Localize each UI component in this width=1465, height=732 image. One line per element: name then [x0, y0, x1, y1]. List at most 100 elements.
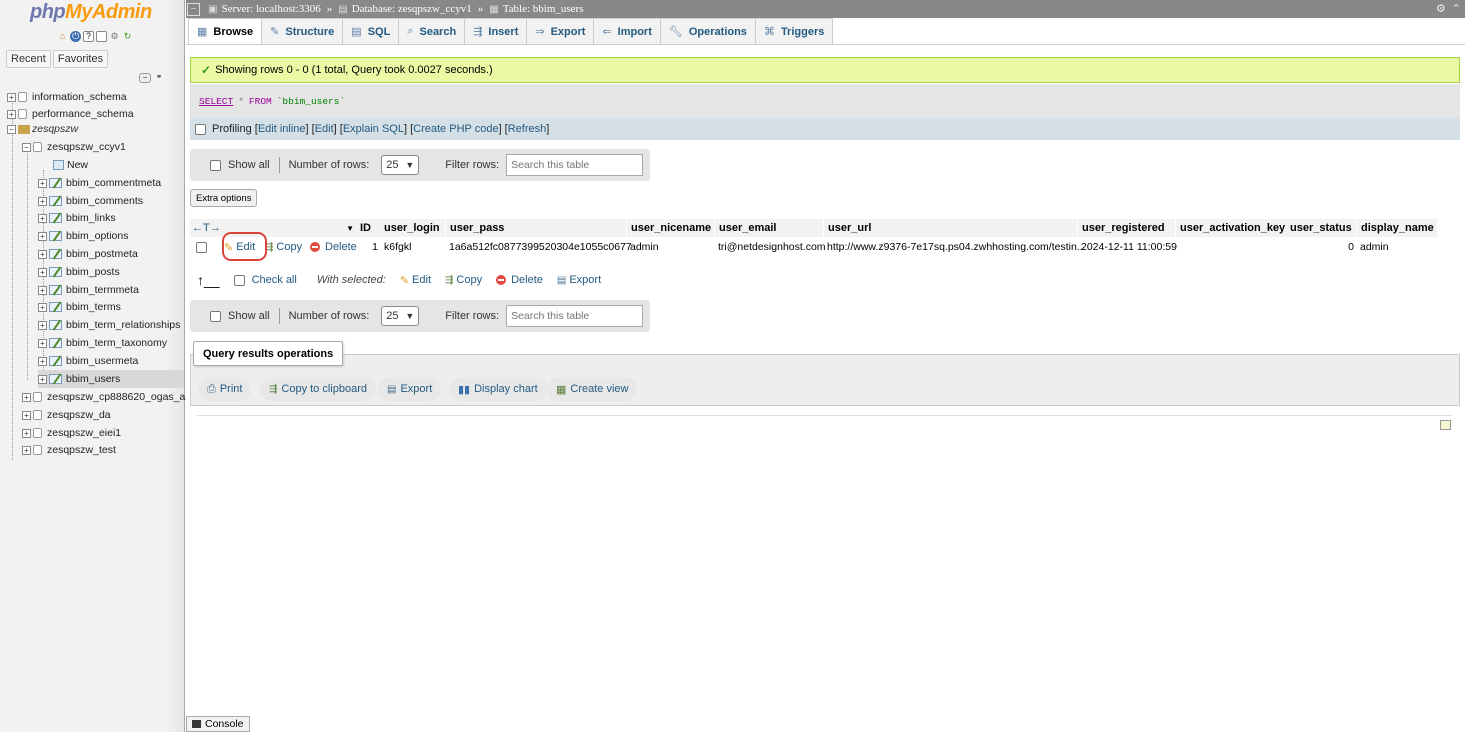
tree-table-item[interactable]: + bbim_terms [38, 298, 121, 316]
expand-icon[interactable]: + [22, 428, 31, 438]
column-header-user-nicename[interactable]: user_nicename [627, 219, 714, 237]
tree-db-label[interactable]: zesqpszw_da [47, 409, 111, 421]
arrows-icon[interactable]: ←T→ [192, 222, 221, 234]
show-all-label[interactable]: Show all [228, 310, 270, 322]
tree-table-label[interactable]: bbim_terms [66, 301, 121, 313]
logout-icon[interactable]: ⏻ [70, 31, 81, 42]
cell-user-nicename[interactable]: admin [630, 238, 659, 256]
column-header-user-activation-key[interactable]: user_activation_key [1176, 219, 1286, 237]
document-icon[interactable] [96, 31, 107, 42]
expand-icon[interactable]: + [38, 213, 47, 223]
refresh-link[interactable]: Refresh [508, 123, 547, 135]
number-of-rows-select[interactable]: 25 ▼ [381, 306, 420, 326]
tab-import[interactable]: ⇐ Import [594, 18, 661, 44]
row-copy-link[interactable]: ⇶ Copy [265, 238, 302, 256]
settings-icon[interactable]: ⚙ [109, 31, 120, 42]
expand-icon[interactable]: + [7, 92, 16, 102]
tree-table-label[interactable]: bbim_options [66, 230, 128, 242]
breadcrumb-table[interactable]: ▦ Table: bbim_users [489, 3, 583, 15]
tab-operations[interactable]: 🔧︎ Operations [660, 18, 756, 44]
column-header-id[interactable]: ID [356, 219, 380, 237]
tab-search[interactable]: ⌕ Search [399, 18, 466, 44]
breadcrumb-database-label[interactable]: Database: zesqpszw_ccyv1 [352, 3, 472, 15]
bulk-edit-button[interactable]: ✎ Edit [400, 274, 431, 287]
number-of-rows-select[interactable]: 25 ▼ [381, 155, 420, 175]
tree-db-item[interactable]: + zesqpszw_da [22, 406, 111, 424]
filter-rows-input[interactable] [506, 154, 644, 176]
breadcrumb-database[interactable]: ▤ Database: zesqpszw_ccyv1 [338, 3, 472, 15]
sql-query-display[interactable]: SELECT * FROM `bbim_users` [190, 84, 1460, 118]
settings-icon[interactable]: ⚙ [1436, 2, 1446, 15]
create-php-code-link[interactable]: Create PHP code [413, 123, 498, 135]
tree-db-label[interactable]: zesqpszw_eiei1 [47, 427, 121, 439]
collapse-icon[interactable]: − [22, 142, 31, 152]
tab-sql[interactable]: ▤ SQL [343, 18, 400, 44]
expand-icon[interactable]: + [22, 392, 31, 402]
tree-db-label[interactable]: zesqpszw_ccyv1 [47, 141, 126, 153]
recent-tab[interactable]: Recent [6, 50, 51, 68]
tree-table-label[interactable]: bbim_links [66, 212, 116, 224]
tree-new-table[interactable]: New [53, 156, 88, 174]
expand-icon[interactable]: + [38, 356, 47, 366]
tree-new-label[interactable]: New [67, 159, 88, 171]
tree-table-label[interactable]: bbim_commentmeta [66, 177, 161, 189]
tree-table-label[interactable]: bbim_term_taxonomy [66, 337, 167, 349]
edit-inline-link[interactable]: Edit inline [258, 123, 306, 135]
profiling-label[interactable]: Profiling [212, 123, 252, 135]
export-button[interactable]: ▤ Export [378, 377, 442, 401]
note-icon[interactable] [1440, 420, 1451, 430]
print-button[interactable]: ⎙ Print [198, 377, 252, 401]
tree-table-item[interactable]: + bbim_usermeta [38, 352, 138, 370]
edit-link[interactable]: Edit [315, 123, 334, 135]
expand-icon[interactable]: + [38, 178, 47, 188]
tree-db-label[interactable]: information_schema [32, 91, 127, 103]
expand-icon[interactable]: + [38, 302, 47, 312]
bulk-copy-button[interactable]: ⇶ Copy [445, 274, 482, 286]
breadcrumb-server[interactable]: ▣ Server: localhost:3306 [208, 3, 321, 15]
tree-table-item[interactable]: + bbim_links [38, 209, 116, 227]
cell-user-login[interactable]: k6fgkl [384, 238, 411, 256]
tree-db-item[interactable]: + zesqpszw_cp888620_ogas_a [22, 388, 185, 406]
expand-icon[interactable]: + [38, 231, 47, 241]
breadcrumb-server-label[interactable]: Server: localhost:3306 [221, 3, 320, 15]
cell-user-url[interactable]: http://www.z9376-7e17sq.ps04.zwhhosting.… [827, 238, 1086, 256]
column-header-user-registered[interactable]: user_registered [1078, 219, 1175, 237]
copy-to-clipboard-button[interactable]: ⇶ Copy to clipboard [260, 377, 376, 401]
tab-export[interactable]: ⇒ Export [527, 18, 595, 44]
tree-table-item[interactable]: + bbim_commentmeta [38, 174, 161, 192]
breadcrumb-table-label[interactable]: Table: bbim_users [503, 3, 584, 15]
tree-table-label[interactable]: bbim_term_relationships [66, 319, 180, 331]
cell-user-email[interactable]: tri@netdesignhost.com [718, 238, 826, 256]
column-header-user-email[interactable]: user_email [715, 219, 823, 237]
link-icon[interactable]: ⚭ [153, 73, 165, 83]
expand-icon[interactable]: + [22, 410, 31, 420]
tree-table-item[interactable]: + bbim_postmeta [38, 245, 138, 263]
docs-icon[interactable]: ? [83, 31, 94, 42]
column-header-user-pass[interactable]: user_pass [446, 219, 626, 237]
sort-icon[interactable]: ▼ [346, 224, 354, 233]
collapse-nav-icon[interactable]: − [187, 2, 200, 16]
cell-id[interactable]: 1 [356, 238, 378, 256]
tab-insert[interactable]: ⇶ Insert [465, 18, 528, 44]
column-header-display-name[interactable]: display_name [1357, 219, 1437, 237]
expand-icon[interactable]: + [38, 249, 47, 259]
cell-user-registered[interactable]: 2024-12-11 11:00:59 [1081, 238, 1177, 256]
tree-table-item-selected[interactable]: + bbim_users [38, 370, 184, 388]
expand-icon[interactable]: + [38, 196, 47, 206]
tree-db-label[interactable]: zesqpszw_cp888620_ogas_a [47, 391, 185, 403]
console-toggle[interactable]: Console [186, 716, 250, 732]
tab-browse[interactable]: ▦ Browse [188, 18, 263, 44]
check-all-label[interactable]: Check all [252, 274, 297, 286]
tree-table-item[interactable]: + bbim_term_relationships [38, 316, 180, 334]
row-checkbox[interactable] [196, 242, 207, 253]
expand-icon[interactable]: + [38, 285, 47, 295]
tree-table-label[interactable]: bbim_comments [66, 195, 143, 207]
create-view-button[interactable]: ▦ Create view [547, 377, 638, 401]
show-all-label[interactable]: Show all [228, 159, 270, 171]
column-header-user-status[interactable]: user_status [1286, 219, 1356, 237]
tree-table-item[interactable]: + bbim_termmeta [38, 281, 139, 299]
tree-table-label[interactable]: bbim_usermeta [66, 355, 138, 367]
home-icon[interactable]: ⌂ [57, 31, 68, 42]
expand-icon[interactable]: + [38, 320, 47, 330]
tree-table-item[interactable]: + bbim_term_taxonomy [38, 334, 167, 352]
